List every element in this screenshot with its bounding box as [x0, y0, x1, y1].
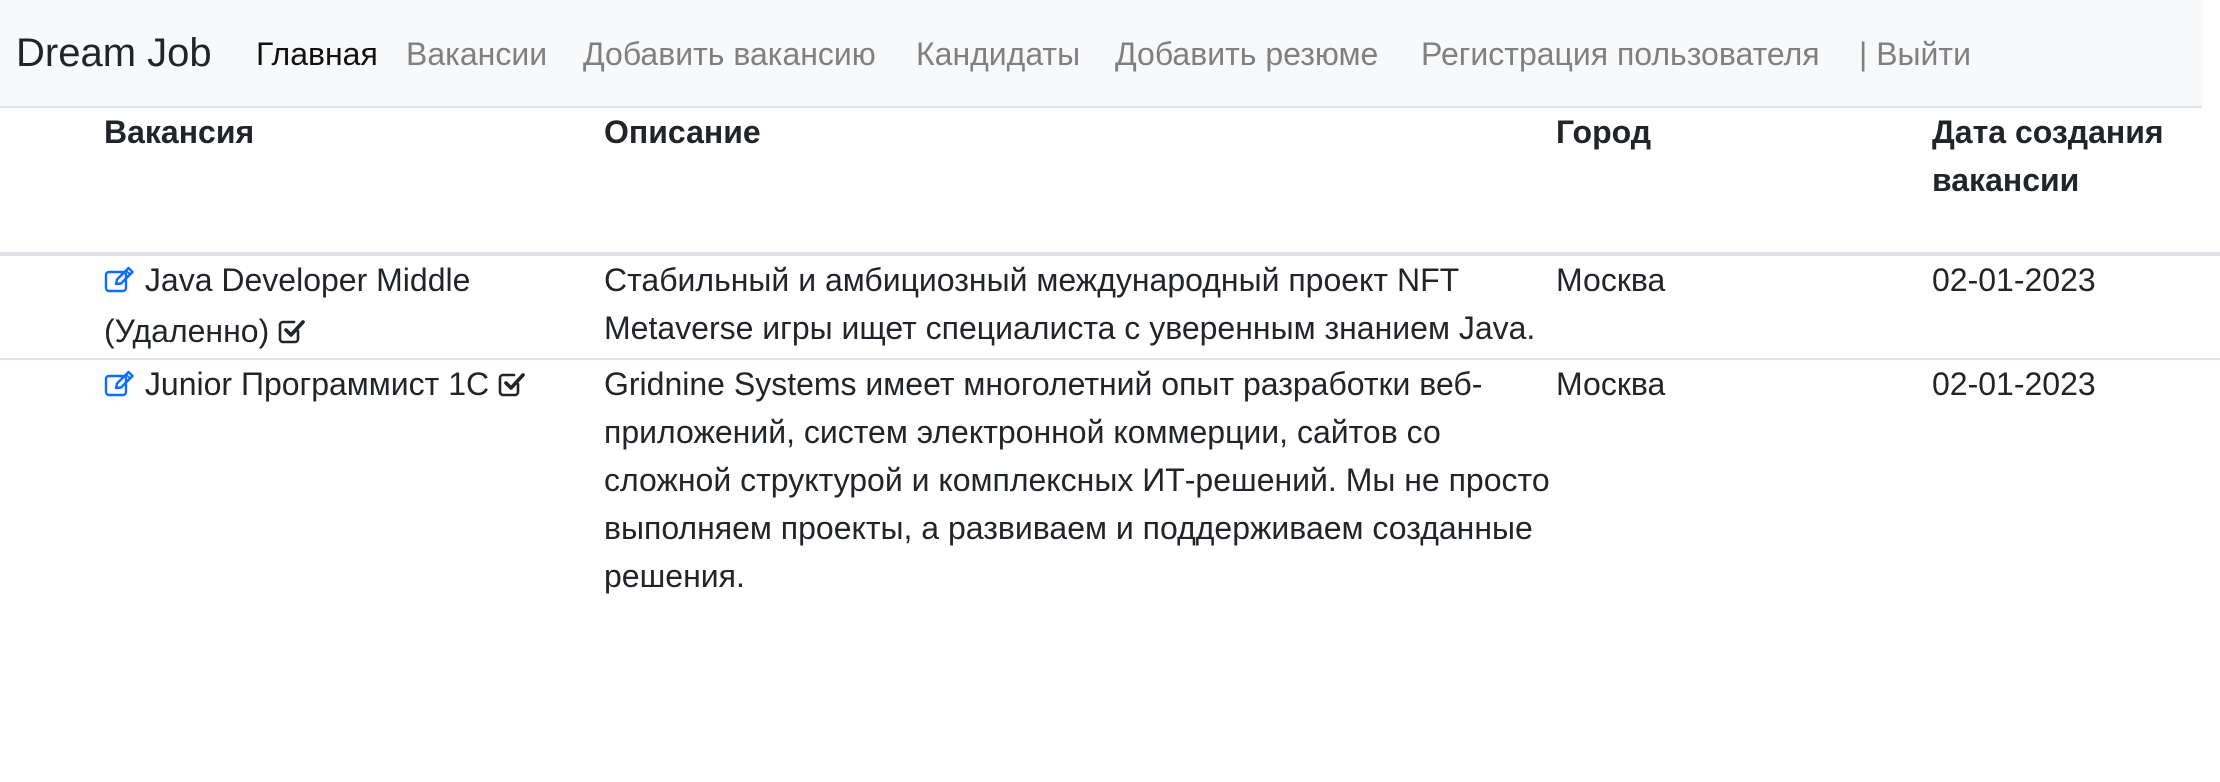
description-cell: Gridnine Systems имеет многолетний опыт …	[604, 366, 1550, 594]
nav-link-vacancies[interactable]: Вакансии	[406, 34, 547, 74]
city-cell: Москва	[1556, 254, 1932, 360]
vacancy-cell: Junior Программист 1С	[0, 359, 604, 600]
header-date: Дата создания вакансии	[1932, 108, 2220, 256]
check-square-icon[interactable]	[498, 363, 526, 411]
header-description: Описание	[604, 108, 1556, 256]
date-cell: 02-01-2023	[1932, 254, 2220, 360]
header-city: Город	[1556, 108, 1932, 256]
nav-link-candidates[interactable]: Кандидаты	[916, 34, 1080, 74]
city-cell: Москва	[1556, 366, 1666, 402]
table-row: Junior Программист 1С Gridnine Systems и…	[0, 359, 2220, 600]
vacancy-title[interactable]: Junior Программист 1С	[145, 366, 489, 402]
nav-link-logout[interactable]: | Выйти	[1859, 34, 1971, 74]
nav-link-register[interactable]: Регистрация пользователя	[1421, 34, 1820, 74]
vacancy-cell: Java Developer Middle (Удаленно)	[0, 254, 604, 360]
description-cell: Стабильный и амбициозный международный п…	[604, 254, 1556, 360]
brand-logo[interactable]: Dream Job	[16, 28, 212, 78]
table-header: Вакансия Описание Город Дата создания ва…	[0, 108, 2220, 256]
check-square-icon[interactable]	[278, 310, 306, 358]
navbar: Dream Job Главная Вакансии Добавить вака…	[0, 0, 2202, 108]
date-cell: 02-01-2023	[1932, 366, 2096, 402]
table-row: Java Developer Middle (Удаленно) Стабиль…	[0, 254, 2220, 360]
edit-icon[interactable]	[104, 259, 136, 307]
vacancies-table: Вакансия Описание Город Дата создания ва…	[0, 108, 2220, 600]
nav-link-add-resume[interactable]: Добавить резюме	[1115, 34, 1378, 74]
header-vacancy: Вакансия	[0, 108, 604, 256]
nav-link-add-vacancy[interactable]: Добавить вакансию	[583, 34, 876, 74]
nav-link-home[interactable]: Главная	[256, 34, 378, 74]
edit-icon[interactable]	[104, 363, 136, 411]
